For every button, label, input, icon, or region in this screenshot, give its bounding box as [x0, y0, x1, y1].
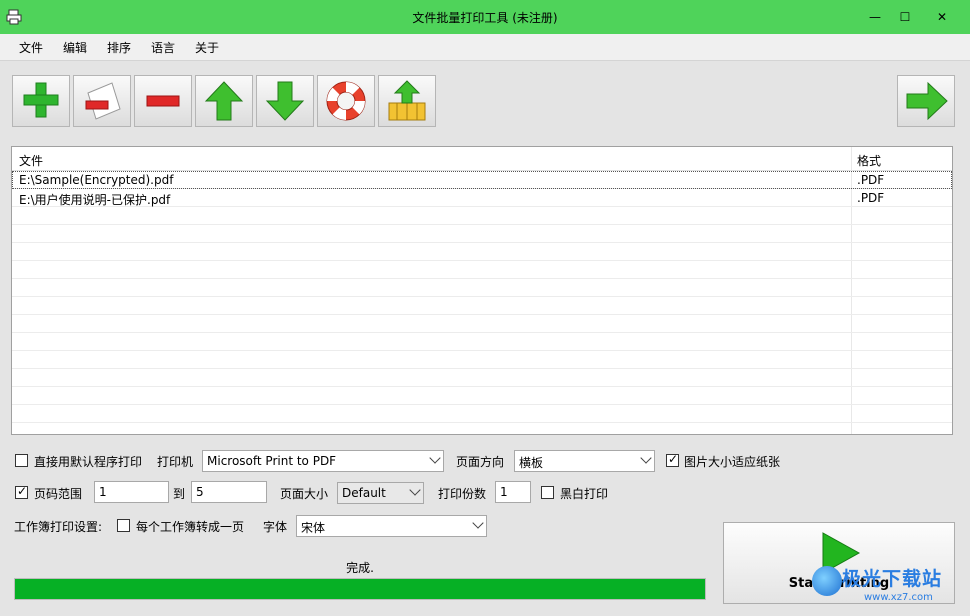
progress-fill: [15, 579, 705, 599]
menu-bar: 文件 编辑 排序 语言 关于: [0, 34, 970, 60]
page-size-value: Default: [342, 486, 386, 500]
default-program-checkbox[interactable]: [15, 454, 28, 467]
font-label: 字体: [263, 520, 288, 534]
orientation-label: 页面方向: [456, 455, 505, 469]
font-value: 宋体: [301, 521, 326, 535]
orientation-select[interactable]: 横板: [514, 450, 655, 472]
table-row[interactable]: E:\Sample(Encrypted).pdf .PDF: [12, 171, 952, 189]
default-program-label: 直接用默认程序打印: [34, 455, 143, 469]
menu-about[interactable]: 关于: [195, 39, 219, 56]
chevron-down-icon: [409, 484, 421, 496]
empty-row: [12, 243, 952, 261]
page-from-input[interactable]: 1: [94, 481, 169, 503]
empty-row: [12, 315, 952, 333]
grayscale-label: 黑白打印: [560, 487, 609, 501]
file-list[interactable]: 文件 格式 E:\Sample(Encrypted).pdf .PDF E:\用…: [11, 146, 953, 435]
chevron-down-icon: [472, 517, 484, 529]
progress-bar: [14, 578, 706, 600]
minimize-button[interactable]: —: [859, 0, 891, 34]
start-printing-label: Start Printing: [788, 576, 890, 591]
play-icon: [822, 532, 861, 574]
basket-upload-icon: [388, 80, 426, 121]
file-format: .PDF: [857, 191, 885, 205]
empty-row: [12, 351, 952, 369]
printer-select[interactable]: Microsoft Print to PDF: [202, 450, 444, 472]
add-files-button[interactable]: [12, 75, 70, 127]
file-path: E:\用户使用说明-已保护.pdf: [19, 193, 171, 207]
empty-row: [12, 387, 952, 405]
page-range-label: 页码范围: [34, 487, 83, 501]
column-format[interactable]: 格式: [857, 152, 881, 169]
remove-document-icon: [85, 82, 121, 120]
remove-file-button[interactable]: [73, 75, 131, 127]
empty-row: [12, 261, 952, 279]
page-size-label: 页面大小: [280, 487, 329, 501]
printer-value: Microsoft Print to PDF: [207, 454, 337, 468]
arrow-down-icon: [265, 81, 305, 121]
page-to-input[interactable]: 5: [191, 481, 267, 503]
empty-row: [12, 297, 952, 315]
empty-row: [12, 369, 952, 387]
copies-value: 1: [500, 485, 508, 499]
chevron-down-icon: [640, 452, 652, 464]
move-up-button[interactable]: [195, 75, 253, 127]
page-from-value: 1: [99, 485, 107, 499]
fit-image-checkbox[interactable]: [666, 452, 679, 467]
workbook-per-sheet-label: 每个工作簿转成一页: [136, 520, 245, 534]
column-file[interactable]: 文件: [19, 152, 43, 169]
file-list-header: 文件 格式: [12, 147, 952, 171]
printer-label: 打印机: [157, 455, 194, 469]
workbook-settings-label: 工作簿打印设置:: [14, 520, 103, 534]
maximize-button[interactable]: ☐: [889, 0, 921, 34]
move-down-button[interactable]: [256, 75, 314, 127]
help-button[interactable]: [317, 75, 375, 127]
start-printing-button[interactable]: Start Printing: [723, 522, 955, 604]
page-range-checkbox[interactable]: [15, 484, 28, 499]
fit-image-label: 图片大小适应纸张: [684, 455, 781, 469]
plus-icon: [23, 82, 59, 118]
arrow-up-icon: [204, 81, 244, 121]
chevron-down-icon: [429, 452, 441, 464]
title-bar: 文件批量打印工具 (未注册) — ☐ ✕: [0, 0, 970, 34]
empty-row: [12, 405, 952, 423]
workbook-per-sheet-checkbox[interactable]: [117, 519, 130, 532]
menu-language[interactable]: 语言: [151, 39, 175, 56]
menu-file[interactable]: 文件: [19, 39, 43, 56]
minus-icon: [146, 95, 180, 107]
table-row[interactable]: E:\用户使用说明-已保护.pdf .PDF: [12, 189, 952, 207]
copies-input[interactable]: 1: [495, 481, 531, 503]
file-format: .PDF: [857, 173, 885, 187]
page-to-value: 5: [196, 485, 204, 499]
export-button[interactable]: [378, 75, 436, 127]
copies-label: 打印份数: [438, 487, 487, 501]
empty-row: [12, 225, 952, 243]
orientation-value: 横板: [519, 456, 544, 470]
empty-row: [12, 207, 952, 225]
window-title: 文件批量打印工具 (未注册): [412, 11, 558, 25]
page-size-select[interactable]: Default: [337, 482, 424, 504]
grayscale-checkbox[interactable]: [541, 486, 554, 499]
close-button[interactable]: ✕: [926, 0, 958, 34]
font-select[interactable]: 宋体: [296, 515, 487, 537]
empty-row: [12, 279, 952, 297]
remove-all-button[interactable]: [134, 75, 192, 127]
page-to-label: 到: [173, 487, 186, 501]
menu-sort[interactable]: 排序: [107, 39, 131, 56]
file-path: E:\Sample(Encrypted).pdf: [19, 173, 174, 187]
lifebuoy-icon: [326, 81, 366, 121]
arrow-right-icon: [906, 81, 948, 121]
next-button[interactable]: [897, 75, 955, 127]
menu-edit[interactable]: 编辑: [63, 39, 87, 56]
status-text: 完成.: [346, 561, 374, 575]
empty-row: [12, 333, 952, 351]
